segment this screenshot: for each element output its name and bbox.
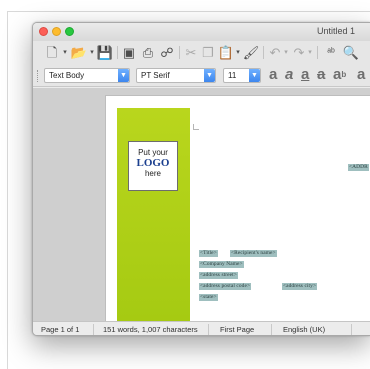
green-side-band: Put your LOGO here — [117, 108, 190, 326]
chevron-down-icon[interactable]: ▼ — [118, 69, 129, 82]
redo-dropdown-chevron-icon[interactable]: ▾ — [307, 45, 313, 60]
status-separator — [271, 324, 272, 335]
page-style-status[interactable]: First Page — [220, 325, 254, 334]
toolbar-grip-handle[interactable] — [37, 70, 39, 82]
clone-formatting-icon[interactable]: 🖌 — [243, 45, 260, 60]
standard-toolbar: 🗋 ▾ 📂 ▾ 💾 ▣ ⎙ ☍ ✂ ❐ 📋 ▾ 🖌 ↶ ▾ ↷ ▾ ᵃᵇ 🔍 — [33, 41, 370, 65]
close-window-button[interactable] — [39, 27, 48, 36]
copy-icon[interactable]: ❐ — [201, 45, 215, 60]
title-bar: Untitled 1 — [33, 23, 370, 41]
save-icon[interactable]: 💾 — [97, 45, 113, 60]
logo-line-3: here — [144, 169, 161, 178]
undo-dropdown-chevron-icon[interactable]: ▾ — [283, 45, 289, 60]
logo-placeholder-box[interactable]: Put your LOGO here — [128, 141, 178, 191]
spelling-icon[interactable]: ᵃᵇ — [322, 45, 340, 60]
logo-line-2: LOGO — [136, 157, 170, 169]
status-separator — [93, 324, 94, 335]
status-separator — [208, 324, 209, 335]
address-postal-code-field[interactable]: <address postal code> — [199, 283, 252, 290]
new-document-icon[interactable]: 🗋 — [43, 45, 61, 60]
chevron-down-icon[interactable]: ▼ — [249, 69, 260, 82]
document-page[interactable]: Put your LOGO here <ADDR <Title> <Recipi… — [105, 95, 370, 326]
language-status[interactable]: English (UK) — [283, 325, 325, 334]
open-dropdown-chevron-icon[interactable]: ▾ — [89, 45, 95, 60]
italic-icon[interactable]: a — [285, 67, 293, 83]
new-dropdown-chevron-icon[interactable]: ▾ — [62, 45, 68, 60]
title-field[interactable]: <Title> — [199, 250, 218, 257]
redo-icon[interactable]: ↷ — [291, 45, 307, 60]
address-street-field[interactable]: <address street> — [199, 272, 238, 279]
export-pdf-icon[interactable]: ▣ — [121, 45, 137, 60]
sender-address-field[interactable]: <ADDR — [348, 164, 369, 171]
paragraph-style-combobox[interactable]: Text Body ▼ — [44, 68, 130, 83]
print-icon[interactable]: ⎙ — [140, 45, 156, 60]
bold-icon[interactable]: a — [269, 67, 277, 83]
zoom-window-button[interactable] — [65, 27, 74, 36]
toolbar-separator — [317, 46, 318, 59]
window-title: Untitled 1 — [317, 26, 356, 36]
paste-dropdown-chevron-icon[interactable]: ▾ — [235, 45, 241, 60]
paragraph-style-value: Text Body — [49, 71, 85, 80]
writer-window: Untitled 1 🗋 ▾ 📂 ▾ 💾 ▣ ⎙ ☍ ✂ ❐ 📋 ▾ 🖌 ↶ ▾… — [32, 22, 370, 336]
font-name-value: PT Serif — [141, 71, 170, 80]
toolbar-separator — [179, 46, 180, 59]
open-folder-icon[interactable]: 📂 — [70, 45, 88, 60]
cut-icon[interactable]: ✂ — [183, 45, 199, 60]
recipient-name-field[interactable]: <Recipient's name> — [230, 250, 277, 257]
formatting-toolbar: Text Body ▼ PT Serif ▼ 11 ▼ a a a a ab a — [33, 65, 370, 87]
superscript-icon[interactable]: ab — [333, 67, 346, 83]
page-number-status[interactable]: Page 1 of 1 — [41, 325, 79, 334]
toolbar-separator — [117, 46, 118, 59]
font-size-combobox[interactable]: 11 ▼ — [223, 68, 261, 83]
company-name-field[interactable]: <Company Name> — [199, 261, 244, 268]
find-replace-icon[interactable]: 🔍 — [343, 45, 359, 60]
strikethrough-icon[interactable]: a — [317, 67, 325, 83]
underline-icon[interactable]: a — [301, 67, 309, 83]
undo-icon[interactable]: ↶ — [267, 45, 283, 60]
minimize-window-button[interactable] — [52, 27, 61, 36]
document-canvas[interactable]: Put your LOGO here <ADDR <Title> <Recipi… — [33, 88, 370, 326]
logo-line-1: Put your — [138, 148, 168, 157]
state-field[interactable]: <state> — [199, 294, 218, 301]
subscript-icon[interactable]: a — [357, 67, 365, 83]
toolbar-separator — [263, 46, 264, 59]
font-name-combobox[interactable]: PT Serif ▼ — [136, 68, 216, 83]
status-separator — [351, 324, 352, 335]
address-city-field[interactable]: <address city> — [282, 283, 318, 290]
text-boundary-mark — [193, 124, 199, 130]
print-preview-icon[interactable]: ☍ — [159, 45, 175, 60]
font-size-value: 11 — [228, 71, 237, 80]
word-count-status[interactable]: 151 words, 1,007 characters — [103, 325, 198, 334]
chevron-down-icon[interactable]: ▼ — [204, 69, 215, 82]
paste-icon[interactable]: 📋 — [218, 45, 234, 60]
status-bar: Page 1 of 1 151 words, 1,007 characters … — [33, 321, 370, 335]
